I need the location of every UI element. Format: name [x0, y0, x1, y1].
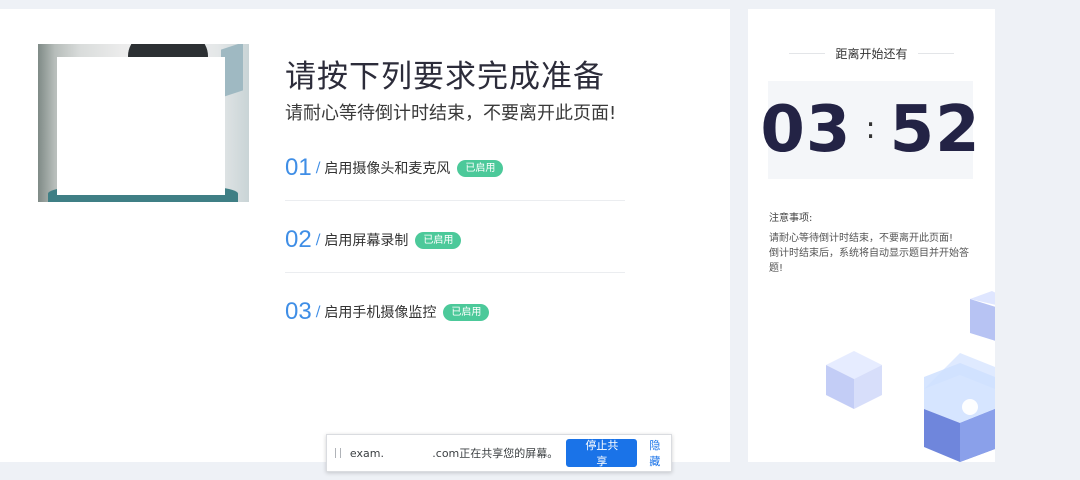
preparation-panel: 请按下列要求完成准备 请耐心等待倒计时结束，不要离开此页面! 01 / 启用摄像…: [0, 9, 730, 462]
step-camera-mic: 01 / 启用摄像头和麦克风 已启用: [285, 148, 625, 188]
step-screen-recording: 02 / 启用屏幕录制 已启用: [285, 220, 625, 260]
step-label: 启用屏幕录制: [324, 233, 409, 249]
status-badge: 已启用: [443, 303, 490, 321]
camera-preview: [38, 44, 249, 202]
step-number: 03: [285, 298, 312, 325]
step-label: 启用手机摄像监控: [324, 305, 437, 321]
share-domain: exam.: [349, 446, 384, 460]
status-badge: 已启用: [457, 159, 504, 177]
countdown-heading-text: 距离开始还有: [835, 47, 908, 61]
step-phone-camera: 03 / 启用手机摄像监控 已启用: [285, 292, 625, 332]
heading-rule: [917, 53, 954, 54]
decorative-cube-illustration: [970, 291, 995, 341]
step-divider: [285, 200, 625, 201]
countdown-minutes: 03: [760, 93, 852, 167]
page-title: 请按下列要求完成准备: [285, 59, 605, 95]
step-number: 01: [285, 154, 312, 181]
step-divider: [285, 272, 625, 273]
notes-line: 倒计时结束后，系统将自动显示题目并开始答题!: [769, 248, 969, 274]
countdown-heading: 距离开始还有: [748, 45, 995, 62]
decorative-cube-illustration: [826, 351, 882, 409]
countdown-seconds: 52: [889, 93, 981, 167]
notes-title: 注意事项:: [769, 213, 813, 224]
step-separator: /: [315, 160, 321, 176]
step-separator: /: [315, 304, 321, 320]
share-message: .com正在共享您的屏幕。: [432, 447, 559, 460]
countdown-colon: :: [865, 110, 876, 146]
page-subtitle: 请耐心等待倒计时结束，不要离开此页面!: [285, 103, 617, 124]
drag-handle-icon[interactable]: [335, 448, 341, 458]
camera-privacy-mask: [57, 57, 225, 195]
countdown-panel: 距离开始还有 03 : 52 注意事项: 请耐心等待倒计时结束，不要离开此页面!…: [748, 9, 995, 462]
hide-link[interactable]: 隐藏: [649, 437, 671, 469]
stop-sharing-button[interactable]: 停止共享: [566, 439, 638, 468]
step-number: 02: [285, 226, 312, 253]
decorative-cube-illustration: [924, 353, 995, 462]
countdown-timer: 03 : 52: [760, 81, 980, 179]
status-badge: 已启用: [415, 231, 462, 249]
heading-rule: [789, 53, 826, 54]
step-label: 启用摄像头和麦克风: [324, 161, 451, 177]
notes-body: 请耐心等待倒计时结束，不要离开此页面! 倒计时结束后，系统将自动显示题目并开始答…: [769, 231, 979, 276]
step-separator: /: [315, 232, 321, 248]
notes-line: 请耐心等待倒计时结束，不要离开此页面!: [769, 233, 954, 244]
screen-share-bar: exam. .com正在共享您的屏幕。 停止共享 隐藏: [326, 434, 672, 472]
